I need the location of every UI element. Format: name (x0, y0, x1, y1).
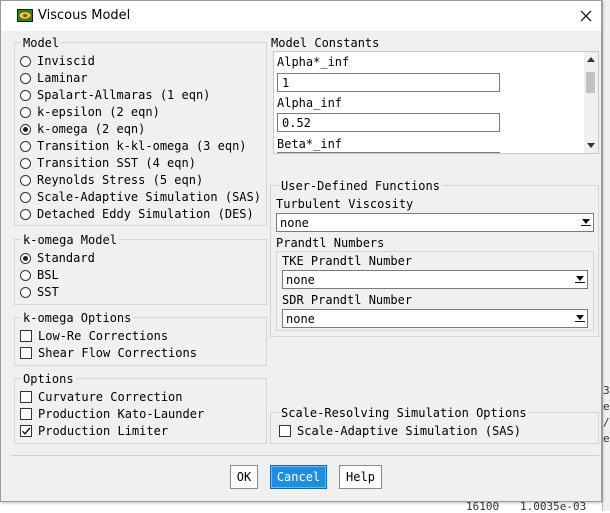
radio-model-laminar[interactable]: Laminar (20, 70, 88, 86)
beta-star-inf-input[interactable] (277, 152, 500, 153)
radio-model-transition-k-kl-omega[interactable]: Transition k-kl-omega (3 eqn) (20, 138, 247, 154)
sdr-prandtl-select[interactable]: none (282, 309, 588, 328)
turbulent-viscosity-select[interactable]: none (276, 213, 594, 232)
radio-button[interactable] (20, 157, 31, 169)
title-bar[interactable]: Viscous Model (1, 1, 601, 31)
dropdown-arrow-icon (576, 315, 584, 320)
alpha-inf-label: Alpha_inf (277, 96, 343, 110)
checkbox-production-kato-launder[interactable]: Production Kato-Launder (20, 406, 204, 422)
radio-model-des[interactable]: Detached Eddy Simulation (DES) (20, 206, 254, 222)
komega-options-title: k-omega Options (21, 311, 134, 325)
alpha-star-inf-label: Alpha*_inf (277, 55, 350, 69)
radio-button[interactable] (20, 174, 31, 186)
radio-button[interactable] (20, 55, 31, 67)
close-icon (580, 10, 592, 22)
udf-title: User-Defined Functions (279, 179, 442, 193)
checkbox[interactable] (279, 425, 291, 437)
cancel-button[interactable]: Cancel (270, 465, 327, 489)
radio-button[interactable] (20, 106, 31, 118)
checkmark-icon (21, 427, 31, 435)
help-button[interactable]: Help (339, 465, 382, 489)
model-group-title: Model (21, 36, 62, 50)
checkbox-curvature-correction[interactable]: Curvature Correction (20, 389, 183, 405)
background-text: e (603, 432, 610, 445)
radio-komega-sst[interactable]: SST (20, 284, 59, 300)
checkbox[interactable] (20, 347, 32, 359)
checkbox[interactable] (20, 330, 32, 342)
komega-model-title: k-omega Model (21, 233, 119, 247)
radio-model-sas[interactable]: Scale-Adaptive Simulation (SAS) (20, 189, 261, 205)
scroll-down-icon[interactable] (587, 143, 595, 148)
prandtl-numbers-title: Prandtl Numbers (276, 236, 385, 250)
radio-button[interactable] (20, 89, 31, 101)
radio-model-transition-sst[interactable]: Transition SST (4 eqn) (20, 155, 196, 171)
radio-model-reynolds-stress[interactable]: Reynolds Stress (5 eqn) (20, 172, 203, 188)
radio-button[interactable] (20, 72, 31, 84)
checkbox-shear-flow-corrections[interactable]: Shear Flow Corrections (20, 345, 197, 361)
alpha-star-inf-input[interactable] (277, 73, 500, 92)
tke-prandtl-label: TKE Prandtl Number (282, 254, 413, 268)
checkbox[interactable] (20, 391, 32, 403)
background-text: / (603, 416, 610, 429)
radio-button[interactable] (20, 269, 31, 281)
radio-button[interactable] (20, 140, 31, 152)
checkbox-low-re-corrections[interactable]: Low-Re Corrections (20, 328, 168, 344)
radio-model-inviscid[interactable]: Inviscid (20, 53, 95, 69)
fluent-app-icon (17, 9, 33, 22)
radio-button-selected[interactable] (20, 252, 31, 264)
radio-komega-standard[interactable]: Standard (20, 250, 95, 266)
turbulent-viscosity-label: Turbulent Viscosity (276, 197, 414, 211)
model-constants-title: Model Constants (271, 36, 380, 50)
alpha-inf-input[interactable] (277, 113, 500, 132)
checkbox-scale-adaptive-simulation[interactable]: Scale-Adaptive Simulation (SAS) (279, 423, 521, 439)
radio-model-k-epsilon[interactable]: k-epsilon (2 eqn) (20, 104, 160, 120)
ok-button[interactable]: OK (230, 465, 258, 489)
tke-prandtl-select[interactable]: none (282, 270, 588, 289)
checkbox-production-limiter[interactable]: Production Limiter (20, 423, 168, 439)
radio-button[interactable] (20, 208, 31, 220)
viscous-model-dialog: Viscous Model Model Inviscid Laminar Spa… (0, 0, 602, 502)
radio-model-k-omega[interactable]: k-omega (2 eqn) (20, 121, 145, 137)
radio-model-spalart-allmaras[interactable]: Spalart-Allmaras (1 eqn) (20, 87, 210, 103)
background-text: e (603, 400, 610, 413)
checkbox-checked[interactable] (20, 425, 32, 437)
model-constants-panel[interactable]: Alpha*_inf Alpha_inf Beta*_inf (273, 51, 599, 154)
window-title: Viscous Model (38, 8, 131, 23)
scroll-thumb[interactable] (586, 72, 595, 93)
dropdown-arrow-icon (576, 276, 584, 281)
radio-komega-bsl[interactable]: BSL (20, 267, 59, 283)
button-divider (11, 455, 599, 456)
radio-button-selected[interactable] (20, 123, 31, 135)
scroll-up-icon[interactable] (587, 57, 595, 62)
checkbox[interactable] (20, 408, 32, 420)
radio-button[interactable] (20, 286, 31, 298)
scale-resolving-title: Scale-Resolving Simulation Options (279, 406, 529, 420)
constants-scrollbar[interactable] (584, 52, 598, 153)
radio-button[interactable] (20, 191, 31, 203)
background-text: 3 (603, 384, 610, 397)
options-title: Options (21, 372, 76, 386)
close-button[interactable] (573, 4, 599, 28)
sdr-prandtl-label: SDR Prandtl Number (282, 293, 413, 307)
beta-star-inf-label: Beta*_inf (277, 137, 343, 151)
dropdown-arrow-icon (582, 219, 590, 224)
